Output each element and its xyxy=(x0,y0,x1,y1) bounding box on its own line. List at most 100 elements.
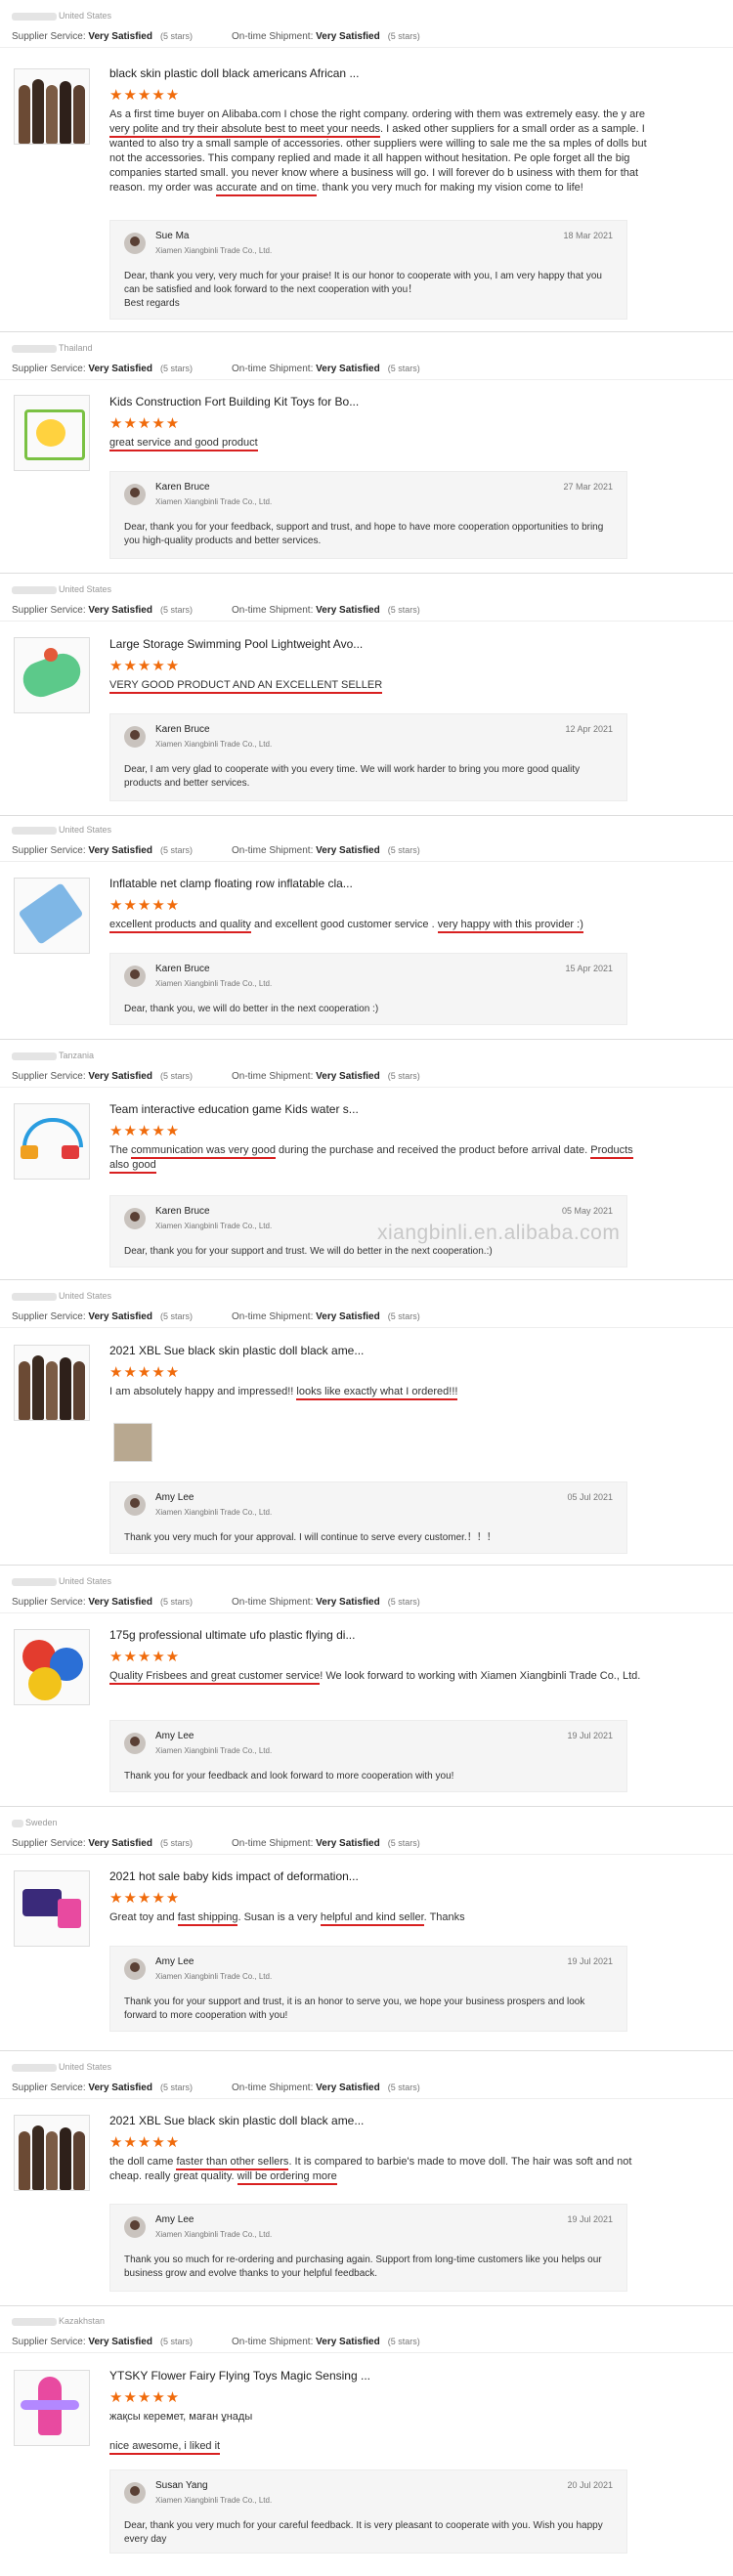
review-card: United States Supplier Service: Very Sat… xyxy=(0,2057,733,2099)
blurred-buyer-name xyxy=(12,2063,57,2072)
review-card: Thailand Supplier Service: Very Satisfie… xyxy=(0,338,733,380)
reply-author: Karen Bruce xyxy=(155,724,210,735)
blurred-buyer-name xyxy=(12,1819,23,1827)
avatar xyxy=(124,233,146,254)
watermark: xiangbinli.en.alibaba.com xyxy=(377,1222,621,1244)
reply-text: Thank you so much for re-ordering and pu… xyxy=(124,2254,602,2279)
buyer-country: United States xyxy=(59,2062,112,2072)
review-text: Great toy and fast shipping. Susan is a … xyxy=(109,1911,655,1926)
avatar xyxy=(124,1208,146,1229)
supplier-reply: Sue Ma Xiamen Xiangbinli Trade Co., Ltd.… xyxy=(109,220,627,320)
product-thumbnail[interactable] xyxy=(14,2370,90,2446)
review-text: As a first time buyer on Alibaba.com I c… xyxy=(109,107,655,196)
buyer-country: United States xyxy=(59,584,112,594)
reply-company: Xiamen Xiangbinli Trade Co., Ltd. xyxy=(155,497,273,506)
product-title[interactable]: 175g professional ultimate ufo plastic f… xyxy=(109,1628,655,1642)
buyer-country: United States xyxy=(59,825,112,835)
ratings-row: Supplier Service: Very Satisfied (5 stars… xyxy=(0,1306,733,1328)
product-title[interactable]: 2021 XBL Sue black skin plastic doll bla… xyxy=(109,1344,655,1357)
buyer-country-line: Tanzania xyxy=(0,1046,733,1065)
reply-author: Karen Bruce xyxy=(155,1206,210,1217)
product-title[interactable]: 2021 hot sale baby kids impact of deform… xyxy=(109,1869,655,1883)
avatar xyxy=(124,1494,146,1516)
reply-text: Thank you very much for your approval. I… xyxy=(124,1532,496,1543)
reply-company: Xiamen Xiangbinli Trade Co., Ltd. xyxy=(155,2230,273,2239)
review-card: United States Supplier Service: Very Sat… xyxy=(0,1286,733,1328)
reply-author: Susan Yang xyxy=(155,2480,208,2491)
review-card: Tanzania Supplier Service: Very Satisfie… xyxy=(0,1046,733,1088)
review-card: Sweden Supplier Service: Very Satisfied(… xyxy=(0,1813,733,1855)
rating-stars: ★★★★★ xyxy=(109,2389,181,2406)
review-content: 175g professional ultimate ufo plastic f… xyxy=(109,1628,655,1685)
product-thumbnail[interactable] xyxy=(14,1345,90,1421)
product-title[interactable]: 2021 XBL Sue black skin plastic doll bla… xyxy=(109,2114,655,2127)
blurred-buyer-name xyxy=(12,12,57,21)
reply-date: 12 Apr 2021 xyxy=(565,724,613,734)
reply-date: 15 Apr 2021 xyxy=(565,964,613,973)
avatar xyxy=(124,2216,146,2238)
ratings-row: Supplier Service: Very Satisfied (5 stars… xyxy=(0,2331,733,2353)
product-thumbnail[interactable] xyxy=(14,637,90,713)
supplier-reply: Amy Lee Xiamen Xiangbinli Trade Co., Ltd… xyxy=(109,1481,627,1554)
ratings-row: Supplier Service: Very Satisfied (5 stars… xyxy=(0,839,733,862)
review-card: United States Supplier Service: Very Sat… xyxy=(0,820,733,862)
product-thumbnail[interactable] xyxy=(14,395,90,471)
review-content: Large Storage Swimming Pool Lightweight … xyxy=(109,637,655,694)
reply-company: Xiamen Xiangbinli Trade Co., Ltd. xyxy=(155,1746,273,1755)
supplier-reply: Karen Bruce Xiamen Xiangbinli Trade Co.,… xyxy=(109,713,627,801)
product-thumbnail[interactable] xyxy=(14,1103,90,1180)
buyer-country-line: United States xyxy=(0,2057,733,2077)
product-title[interactable]: YTSKY Flower Fairy Flying Toys Magic Sen… xyxy=(109,2369,655,2383)
buyer-country-line: Sweden xyxy=(0,1813,733,1832)
review-content: Inflatable net clamp floating row inflat… xyxy=(109,877,655,933)
product-title[interactable]: Large Storage Swimming Pool Lightweight … xyxy=(109,637,655,651)
review-card: United States Supplier Service: Very Sat… xyxy=(0,1571,733,1613)
review-photo[interactable] xyxy=(113,1423,152,1462)
reply-company: Xiamen Xiangbinli Trade Co., Ltd. xyxy=(155,2496,273,2505)
ratings-row: Supplier Service: Very Satisfied (5 stars… xyxy=(0,1832,733,1855)
reply-author: Amy Lee xyxy=(155,1731,194,1741)
rating-stars: ★★★★★ xyxy=(109,897,181,914)
reply-text: Dear, thank you for your support and tru… xyxy=(124,1246,493,1257)
rating-stars: ★★★★★ xyxy=(109,87,181,104)
rating-stars: ★★★★★ xyxy=(109,1364,181,1381)
avatar xyxy=(124,1733,146,1754)
review-content: 2021 hot sale baby kids impact of deform… xyxy=(109,1869,655,1926)
buyer-country: United States xyxy=(59,1291,112,1301)
product-title[interactable]: Team interactive education game Kids wat… xyxy=(109,1102,655,1116)
review-text: great service and good product xyxy=(109,436,655,451)
buyer-country-line: United States xyxy=(0,1571,733,1591)
product-thumbnail[interactable] xyxy=(14,878,90,954)
reply-date: 05 Jul 2021 xyxy=(567,1492,613,1502)
reply-company: Xiamen Xiangbinli Trade Co., Ltd. xyxy=(155,246,273,255)
buyer-country: Tanzania xyxy=(59,1051,95,1060)
review-text: The communication was very good during t… xyxy=(109,1143,655,1174)
reply-date: 19 Jul 2021 xyxy=(567,1956,613,1966)
ratings-row: Supplier Service: Very Satisfied (5 stars… xyxy=(0,2077,733,2099)
product-thumbnail[interactable] xyxy=(14,1629,90,1705)
review-text: VERY GOOD PRODUCT AND AN EXCELLENT SELLE… xyxy=(109,678,655,694)
product-title[interactable]: black skin plastic doll black americans … xyxy=(109,66,655,80)
reply-company: Xiamen Xiangbinli Trade Co., Ltd. xyxy=(155,1508,273,1517)
product-thumbnail[interactable] xyxy=(14,68,90,145)
ratings-row: Supplier Service: Very Satisfied (5 stars… xyxy=(0,599,733,622)
review-text: excellent products and quality and excel… xyxy=(109,918,655,933)
review-text: I am absolutely happy and impressed!! lo… xyxy=(109,1385,655,1400)
product-title[interactable]: Inflatable net clamp floating row inflat… xyxy=(109,877,655,890)
reply-author: Karen Bruce xyxy=(155,964,210,974)
reply-text: Dear, thank you very much for your caref… xyxy=(124,2520,603,2545)
product-title[interactable]: Kids Construction Fort Building Kit Toys… xyxy=(109,395,655,408)
reply-author: Sue Ma xyxy=(155,231,190,241)
rating-stars: ★★★★★ xyxy=(109,1890,181,1907)
supplier-reply: Karen Bruce Xiamen Xiangbinli Trade Co.,… xyxy=(109,953,627,1025)
reply-text: Dear, I am very glad to cooperate with y… xyxy=(124,764,581,789)
review-text: Quality Frisbees and great customer serv… xyxy=(109,1669,655,1685)
reply-date: 19 Jul 2021 xyxy=(567,1731,613,1740)
review-content: 2021 XBL Sue black skin plastic doll bla… xyxy=(109,1344,655,1400)
product-thumbnail[interactable] xyxy=(14,1870,90,1947)
avatar xyxy=(124,966,146,987)
reply-text: Dear, thank you very, very much for your… xyxy=(124,271,602,309)
review-text: the doll came faster than other sellers.… xyxy=(109,2155,655,2185)
product-thumbnail[interactable] xyxy=(14,2115,90,2191)
avatar xyxy=(124,484,146,505)
